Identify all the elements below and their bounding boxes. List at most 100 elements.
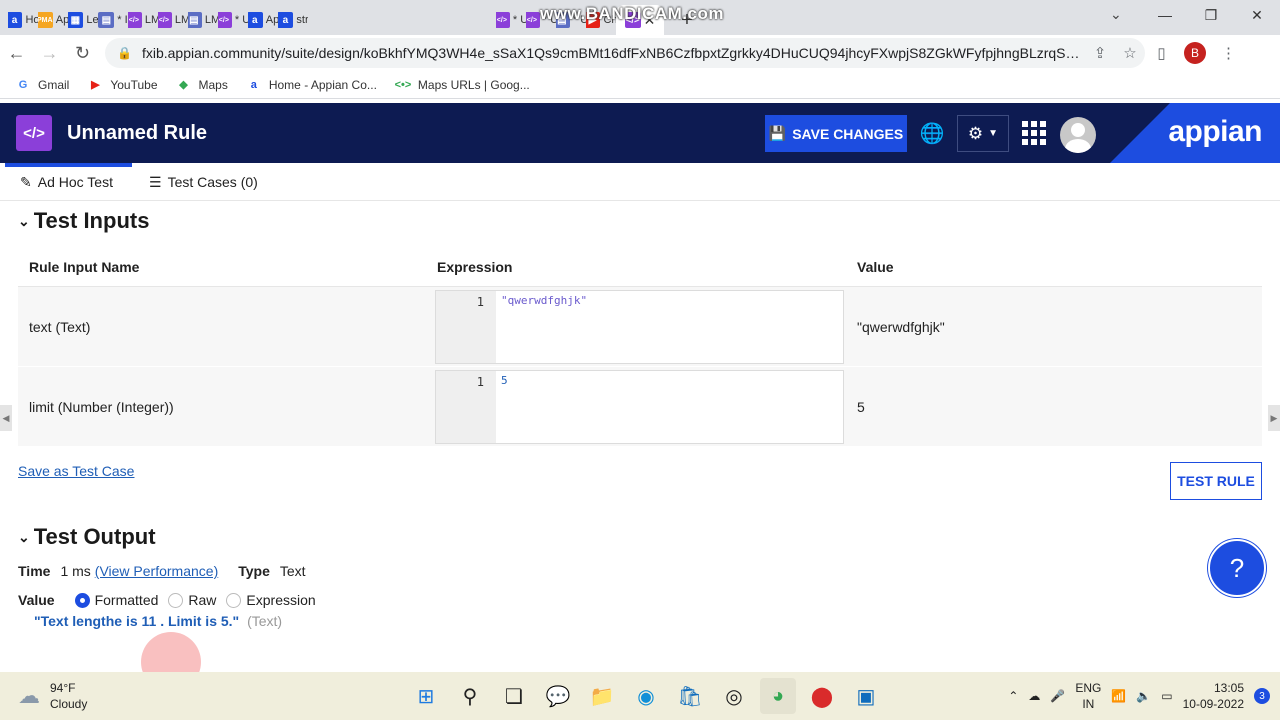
forward-button[interactable]: → xyxy=(33,37,66,69)
bookmark-label: Home - Appian Co... xyxy=(268,77,377,92)
view-performance-link[interactable]: (View Performance) xyxy=(95,563,218,579)
store-icon[interactable]: 🛍 xyxy=(672,678,708,714)
microphone-icon[interactable]: 🎤 xyxy=(1050,689,1065,703)
chevron-up-icon[interactable]: ⌃ xyxy=(1008,689,1018,703)
app-header: </> Unnamed Rule 💾 SAVE CHANGES 🌐 ⚙ ▼ ap… xyxy=(0,103,1280,163)
browser-tab[interactable]: a Ho xyxy=(8,5,38,35)
file-explorer-icon[interactable]: 📁 xyxy=(584,678,620,714)
battery-icon[interactable]: ▭ xyxy=(1161,689,1172,703)
bookmark-item[interactable]: <•> Maps URLs | Goog... xyxy=(395,77,530,93)
lock-icon[interactable]: 🔒 xyxy=(117,46,132,60)
output-result: "Text lengthe is 11 . Limit is 5." (Text… xyxy=(34,613,282,629)
chrome-icon[interactable]: ◕ xyxy=(760,678,796,714)
profile-avatar[interactable]: B xyxy=(1184,42,1206,64)
save-changes-button[interactable]: 💾 SAVE CHANGES xyxy=(765,115,907,152)
bookmark-item[interactable]: ◆ Maps xyxy=(176,77,228,93)
record-icon[interactable]: ⬤ xyxy=(804,678,840,714)
tab-ad-hoc-test[interactable]: ✎ Ad Hoc Test xyxy=(5,163,132,201)
browser-tab[interactable]: </> LM xyxy=(128,5,158,35)
notification-badge[interactable]: 3 xyxy=(1254,688,1270,704)
browser-tab-strip: a Ho PMA Ap ▦ Le ▤ * I </> LM </> LM ▤ LM </> * Ua Ap a st… xyxy=(0,0,1280,35)
window-controls: — ❐ ✕ xyxy=(1142,0,1280,30)
tab-favicon-icon: ▤ xyxy=(188,12,202,28)
bookmark-item[interactable]: G Gmail xyxy=(15,77,70,93)
task-view-icon[interactable]: ❏ xyxy=(496,678,532,714)
value-label: Value xyxy=(18,592,55,608)
browser-tab[interactable]: ▤ * I xyxy=(98,5,128,35)
tab-favicon-icon: </> xyxy=(526,12,540,28)
settings-menu-button[interactable]: ⚙ ▼ xyxy=(957,115,1009,152)
search-icon[interactable]: ⚲ xyxy=(452,678,488,714)
tab-favicon-icon: </> xyxy=(128,12,142,28)
browser-tab[interactable]: ▦ Le xyxy=(68,5,98,35)
chat-icon[interactable]: 💬 xyxy=(540,678,576,714)
bookmark-item[interactable]: a Home - Appian Co... xyxy=(246,77,377,93)
browser-tab[interactable]: </> * U xyxy=(218,5,248,35)
browser-tab[interactable]: </> * U xyxy=(496,5,526,35)
edge-icon[interactable]: ◉ xyxy=(628,678,664,714)
tab-test-cases[interactable]: ☰ Test Cases (0) xyxy=(149,163,258,201)
close-window-icon[interactable]: ✕ xyxy=(1234,0,1280,30)
type-label: Type xyxy=(238,563,270,579)
weather-widget[interactable]: ☁ 94°F Cloudy xyxy=(18,680,87,712)
tab-favicon-icon: </> xyxy=(496,12,510,28)
help-icon[interactable]: ? xyxy=(1208,539,1266,597)
caret-down-icon: ▼ xyxy=(988,128,999,139)
globe-search-icon[interactable]: 🌐 xyxy=(918,121,946,145)
tab-favicon-icon: ▤ xyxy=(98,12,115,28)
test-inputs-title: Test Inputs xyxy=(33,208,150,233)
menu-icon[interactable]: ⋮ xyxy=(1212,44,1245,62)
right-panel-handle[interactable]: ▶ xyxy=(1268,405,1280,431)
system-tray: ⌃ ☁ 🎤 ENG IN 📶 🔈 ▭ 13:05 10-09-2022 3 xyxy=(1008,680,1270,712)
wifi-icon[interactable]: 📶 xyxy=(1111,689,1126,703)
app-launcher-icon[interactable] xyxy=(1022,121,1046,145)
expression-editor[interactable]: 1 5 xyxy=(435,370,844,444)
appian-logo: appian xyxy=(1168,115,1262,148)
browser-tab[interactable]: </> LM xyxy=(158,5,188,35)
header-value: Value xyxy=(857,258,894,275)
restore-icon[interactable]: ❐ xyxy=(1188,0,1234,30)
test-rule-button[interactable]: TEST RULE xyxy=(1170,462,1262,500)
tab-favicon-icon: PMA xyxy=(38,12,53,28)
side-panel-icon[interactable]: ▯ xyxy=(1145,44,1178,62)
radio-formatted[interactable]: Formatted xyxy=(74,592,158,608)
line-number: 1 xyxy=(436,291,496,363)
bookmark-star-icon[interactable]: ☆ xyxy=(1115,44,1145,62)
expression-editor[interactable]: 1 "qwerwdfghjk" xyxy=(435,290,844,364)
test-output-section-toggle[interactable]: ⌄ Test Output xyxy=(18,524,156,550)
page-title: Unnamed Rule xyxy=(67,122,208,144)
tab-title: Le xyxy=(86,14,98,26)
url-text[interactable]: fxib.appian.community/suite/design/koBkh… xyxy=(142,45,1085,61)
expression-code[interactable]: "qwerwdfghjk" xyxy=(496,291,843,363)
expression-code[interactable]: 5 xyxy=(496,371,843,443)
user-avatar[interactable] xyxy=(1060,117,1096,153)
browser-tab[interactable]: ▤ LM xyxy=(188,5,218,35)
reload-button[interactable]: ↻ xyxy=(66,37,99,69)
language-indicator[interactable]: ENG IN xyxy=(1075,680,1101,712)
windows-start-icon[interactable]: ⊞ xyxy=(408,678,444,714)
clock[interactable]: 13:05 10-09-2022 xyxy=(1183,680,1244,712)
browser-tab[interactable]: a Ap xyxy=(248,5,278,35)
volume-icon[interactable]: 🔈 xyxy=(1136,689,1151,703)
radio-empty-icon xyxy=(168,592,184,608)
bookmark-favicon-icon: ◆ xyxy=(179,79,188,91)
header-expression: Expression xyxy=(437,258,513,275)
radio-raw[interactable]: Raw xyxy=(168,592,216,608)
tab-search-icon[interactable]: ⌄ xyxy=(1110,6,1122,23)
save-as-test-case-link[interactable]: Save as Test Case xyxy=(18,463,134,479)
browser-tab[interactable]: a str xyxy=(278,5,308,35)
back-button[interactable]: ← xyxy=(0,37,33,69)
left-panel-handle[interactable]: ◀ xyxy=(0,405,12,431)
browser-tab[interactable]: PMA Ap xyxy=(38,5,68,35)
bookmark-item[interactable]: ▶ YouTube xyxy=(87,77,157,93)
url-bar[interactable]: 🔒 fxib.appian.community/suite/design/koB… xyxy=(105,38,1145,68)
bookmark-label: YouTube xyxy=(110,77,158,92)
app-icon[interactable]: ▣ xyxy=(848,678,884,714)
dell-icon[interactable]: ◎ xyxy=(716,678,752,714)
share-icon[interactable]: ⇪ xyxy=(1085,44,1115,62)
radio-expression[interactable]: Expression xyxy=(226,592,316,608)
minimize-icon[interactable]: — xyxy=(1142,0,1188,30)
test-inputs-section-toggle[interactable]: ⌄ Test Inputs xyxy=(18,208,149,234)
onedrive-icon[interactable]: ☁ xyxy=(1028,689,1040,703)
grid-header: Rule Input Name Expression Value xyxy=(18,247,1262,287)
